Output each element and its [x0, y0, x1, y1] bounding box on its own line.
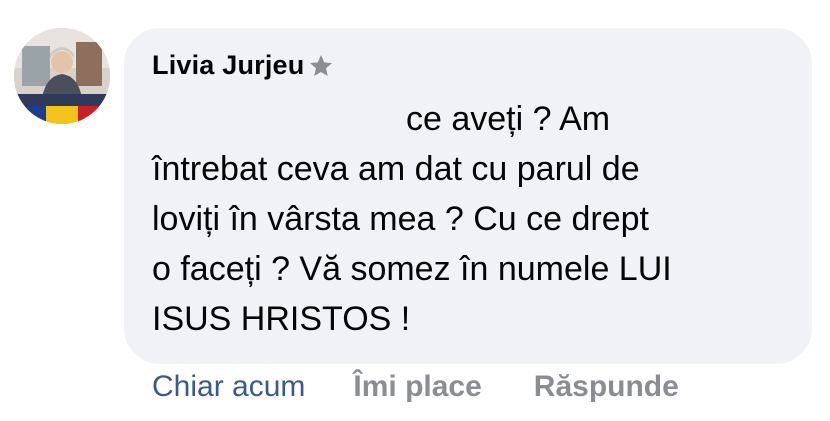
comment-text-line: loviți în vârsta mea ? Cu ce drept: [152, 200, 650, 238]
comment-text-line: o faceți ? Vă somez în numele LUI: [152, 250, 672, 288]
star-icon: [308, 53, 334, 79]
comment-text-line: întrebat ceva am dat cu parul de: [152, 150, 640, 188]
like-button[interactable]: Îmi place: [353, 370, 481, 404]
comment-text: ce aveți ? Am întrebat ceva am dat cu pa…: [152, 94, 792, 344]
author-row: Livia Jurjeu: [152, 50, 334, 81]
reply-button[interactable]: Răspunde: [534, 370, 679, 404]
author-name[interactable]: Livia Jurjeu: [152, 50, 304, 81]
comment-text-line: ISUS HRISTOS !: [152, 300, 411, 338]
comment-bubble: Livia Jurjeu ce aveți ? Am întrebat ceva…: [124, 28, 812, 364]
comment: Livia Jurjeu ce aveți ? Am întrebat ceva…: [0, 0, 830, 421]
timestamp-link[interactable]: Chiar acum: [152, 370, 305, 404]
avatar[interactable]: [14, 28, 110, 124]
comment-text-line: ce aveți ? Am: [406, 100, 611, 138]
comment-actions: Chiar acum Îmi place Răspunde: [152, 370, 679, 404]
avatar-photo: [14, 28, 110, 124]
